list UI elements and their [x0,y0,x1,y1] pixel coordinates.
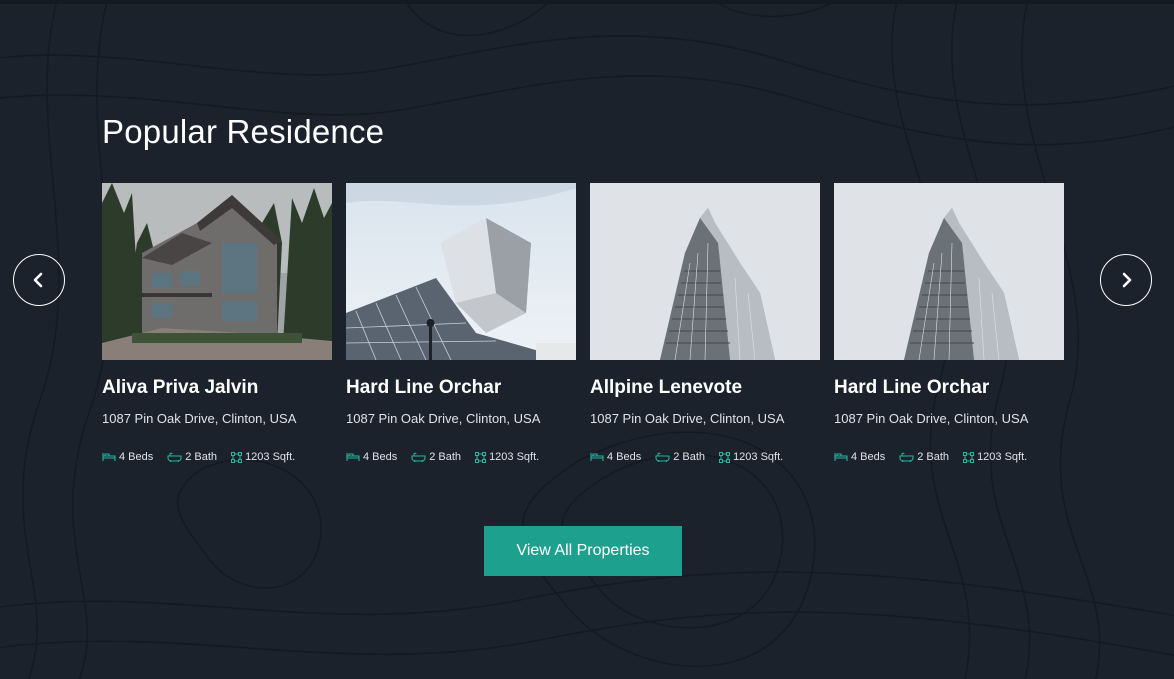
bath-count: 2 Bath [673,451,706,463]
area-feature: 1203 Sqft. [231,451,295,463]
property-name[interactable]: Hard Line Orchar [346,377,501,399]
modern-house-photo[interactable] [102,183,332,360]
area-icon [719,451,731,463]
property-address: 1087 Pin Oak Drive, Clinton, USA [590,411,785,426]
property-address: 1087 Pin Oak Drive, Clinton, USA [102,411,297,426]
property-features: 4 Beds 2 Bath 1203 Sqft. [834,451,1041,463]
beds-count: 4 Beds [363,451,398,463]
area-icon [963,451,975,463]
bath-feature: 2 Bath [655,451,705,463]
area-size: 1203 Sqft. [245,451,296,463]
area-size: 1203 Sqft. [977,451,1028,463]
skyscraper-photo[interactable] [834,183,1064,360]
carousel-prev-button[interactable] [13,254,65,306]
beds-feature: 4 Beds [590,451,641,463]
bed-icon [346,453,360,461]
bathtub-icon [899,452,914,462]
beds-feature: 4 Beds [834,451,885,463]
section-title: Popular Residence [102,113,385,150]
property-address: 1087 Pin Oak Drive, Clinton, USA [834,411,1029,426]
angular-glass-building-photo[interactable] [346,183,576,360]
area-icon [475,451,487,463]
beds-count: 4 Beds [119,451,154,463]
property-card[interactable]: Aliva Priva Jalvin 1087 Pin Oak Drive, C… [102,183,332,463]
beds-count: 4 Beds [607,451,642,463]
property-card[interactable]: Hard Line Orchar 1087 Pin Oak Drive, Cli… [834,183,1064,463]
chevron-right-icon [1122,272,1132,288]
bath-count: 2 Bath [185,451,218,463]
area-icon [231,451,243,463]
property-card[interactable]: Hard Line Orchar 1087 Pin Oak Drive, Cli… [346,183,576,463]
property-features: 4 Beds 2 Bath 1203 Sqft. [590,451,797,463]
bed-icon [590,453,604,461]
beds-feature: 4 Beds [102,451,153,463]
area-size: 1203 Sqft. [733,451,784,463]
property-name[interactable]: Allpine Lenevote [590,377,742,399]
bed-icon [834,453,848,461]
property-name[interactable]: Hard Line Orchar [834,377,989,399]
chevron-left-icon [33,272,43,288]
bath-feature: 2 Bath [167,451,217,463]
bath-count: 2 Bath [917,451,950,463]
property-card[interactable]: Allpine Lenevote 1087 Pin Oak Drive, Cli… [590,183,820,463]
bath-feature: 2 Bath [411,451,461,463]
bed-icon [102,453,116,461]
area-feature: 1203 Sqft. [963,451,1027,463]
property-features: 4 Beds 2 Bath 1203 Sqft. [102,451,309,463]
property-features: 4 Beds 2 Bath 1203 Sqft. [346,451,553,463]
view-all-properties-button[interactable]: View All Properties [484,526,682,576]
bath-count: 2 Bath [429,451,462,463]
bathtub-icon [167,452,182,462]
property-name[interactable]: Aliva Priva Jalvin [102,377,258,399]
skyscraper-photo[interactable] [590,183,820,360]
bathtub-icon [655,452,670,462]
bathtub-icon [411,452,426,462]
area-size: 1203 Sqft. [489,451,540,463]
bath-feature: 2 Bath [899,451,949,463]
area-feature: 1203 Sqft. [719,451,783,463]
beds-count: 4 Beds [851,451,886,463]
beds-feature: 4 Beds [346,451,397,463]
carousel-next-button[interactable] [1100,254,1152,306]
area-feature: 1203 Sqft. [475,451,539,463]
property-address: 1087 Pin Oak Drive, Clinton, USA [346,411,541,426]
